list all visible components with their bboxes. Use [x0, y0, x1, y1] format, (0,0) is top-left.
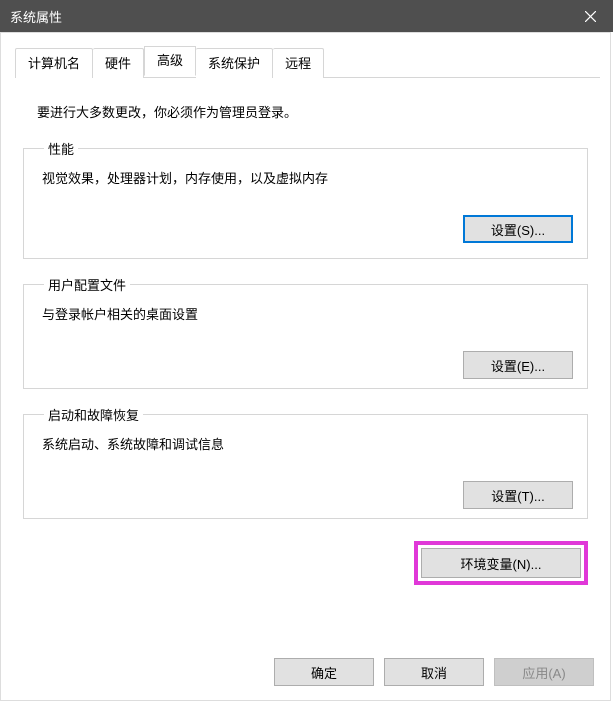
- startup-settings-button[interactable]: 设置(T)...: [463, 481, 573, 509]
- window-title: 系统属性: [10, 7, 62, 26]
- user-profiles-settings-button[interactable]: 设置(E)...: [463, 351, 573, 379]
- tab-strip: 计算机名 硬件 高级 系统保护 远程: [15, 47, 600, 78]
- cancel-button[interactable]: 取消: [384, 658, 484, 686]
- env-row: 环境变量(N)...: [1, 535, 610, 585]
- group-startup-recovery: 启动和故障恢复 系统启动、系统故障和调试信息 设置(T)...: [23, 405, 588, 519]
- group-performance: 性能 视觉效果，处理器计划，内存使用，以及虚拟内存 设置(S)...: [23, 139, 588, 259]
- tab-hardware[interactable]: 硬件: [93, 48, 144, 78]
- env-button-highlight: 环境变量(N)...: [414, 541, 588, 585]
- group-performance-legend: 性能: [44, 139, 78, 158]
- apply-button[interactable]: 应用(A): [494, 658, 594, 686]
- ok-button[interactable]: 确定: [274, 658, 374, 686]
- tab-system-protection[interactable]: 系统保护: [196, 48, 273, 78]
- tab-advanced[interactable]: 高级: [144, 46, 196, 76]
- dialog-footer: 确定 取消 应用(A): [274, 658, 594, 686]
- group-user-profiles: 用户配置文件 与登录帐户相关的桌面设置 设置(E)...: [23, 275, 588, 389]
- startup-desc: 系统启动、系统故障和调试信息: [42, 434, 573, 453]
- group-startup-legend: 启动和故障恢复: [44, 405, 143, 424]
- performance-desc: 视觉效果，处理器计划，内存使用，以及虚拟内存: [42, 168, 573, 187]
- close-icon: [585, 11, 596, 22]
- performance-settings-button[interactable]: 设置(S)...: [463, 215, 573, 243]
- close-button[interactable]: [567, 0, 613, 32]
- user-profiles-desc: 与登录帐户相关的桌面设置: [42, 304, 573, 323]
- titlebar: 系统属性: [0, 0, 613, 32]
- tab-computer-name[interactable]: 计算机名: [15, 48, 93, 78]
- group-user-profiles-legend: 用户配置文件: [44, 275, 130, 294]
- tab-remote[interactable]: 远程: [273, 48, 324, 78]
- environment-variables-button[interactable]: 环境变量(N)...: [421, 548, 581, 578]
- tab-content-advanced: 要进行大多数更改，你必须作为管理员登录。 性能 视觉效果，处理器计划，内存使用，…: [1, 78, 610, 519]
- admin-note: 要进行大多数更改，你必须作为管理员登录。: [37, 102, 588, 121]
- dialog-body: 计算机名 硬件 高级 系统保护 远程 要进行大多数更改，你必须作为管理员登录。 …: [0, 32, 611, 701]
